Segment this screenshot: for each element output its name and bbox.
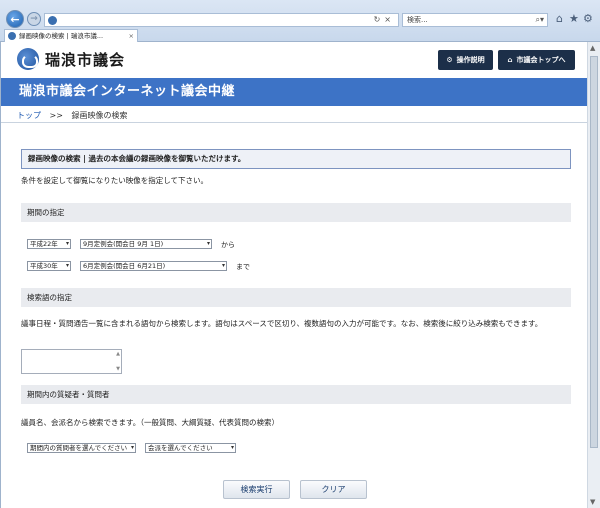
intro-heading-box: 録画映像の検索 | 過去の本会議の録画映像を御覧いただけます。 <box>21 149 571 169</box>
period-section-title: 期間の指定 <box>27 208 65 217</box>
site-header: 瑞浪市議会 ⚙ 操作説明 ⌂ 市議会トップへ <box>1 42 587 78</box>
tab-favicon-icon <box>8 32 16 40</box>
scroll-down-icon: ▼ <box>116 366 120 372</box>
breadcrumb-current: 録画映像の検索 <box>71 111 128 120</box>
member-select[interactable]: 期間内の質問者を選んでください ▾ <box>27 443 136 453</box>
to-era-select[interactable]: 平成30年 ▾ <box>27 261 71 271</box>
scrollbar-thumb[interactable] <box>590 56 598 448</box>
keyword-description: 議事日程・質問通告一覧に含まれる語句から検索します。語句はスペースで区切り、複数… <box>21 319 543 328</box>
chevron-down-icon: ▾ <box>65 240 69 247</box>
site-favicon-icon <box>48 16 57 25</box>
council-top-button-label: 市議会トップへ <box>516 56 566 64</box>
tab-title: 録画映像の検索 | 瑞浪市議... <box>19 32 104 40</box>
page-banner: 瑞浪市議会インターネット議会中継 <box>1 78 587 106</box>
city-emblem-icon <box>17 48 39 70</box>
from-era-select[interactable]: 平成22年 ▾ <box>27 239 71 249</box>
chevron-down-icon: ▾ <box>221 262 225 269</box>
speaker-section-header: 期間内の質疑者・質問者 <box>21 385 571 404</box>
speaker-description: 議員名、会派名から検索できます。（一般質問、大綱質疑、代表質問の検索） <box>21 418 279 427</box>
keyword-textarea[interactable]: ▲ ▼ <box>21 349 122 374</box>
help-button-label: 操作説明 <box>456 56 485 64</box>
breadcrumb-divider <box>1 122 587 123</box>
period-section-header: 期間の指定 <box>21 203 571 222</box>
keyword-section-header: 検索語の指定 <box>21 288 571 307</box>
arrow-left-icon: ← <box>10 12 20 26</box>
building-icon: ⌂ <box>507 56 513 64</box>
chevron-down-icon: ▾ <box>65 262 69 269</box>
from-session-value: 9月定例会(開会日 9月 1日) <box>83 240 164 248</box>
to-label: まで <box>236 263 250 271</box>
member-select-value: 期間内の質問者を選んでください <box>30 444 128 452</box>
keyword-section-title: 検索語の指定 <box>27 293 72 302</box>
chevron-down-icon: ▾ <box>206 240 210 247</box>
breadcrumb-separator: >> <box>49 111 63 120</box>
clear-button[interactable]: クリア <box>300 480 367 499</box>
site-name: 瑞浪市議会 <box>45 50 126 69</box>
intro-heading: 録画映像の検索 | 過去の本会議の録画映像を御覧いただけます。 <box>28 154 246 163</box>
from-era-value: 平成22年 <box>30 240 58 248</box>
intro-instruction: 条件を設定して御覧になりたい映像を指定して下さい。 <box>21 176 209 185</box>
back-button[interactable]: ← <box>6 10 24 28</box>
to-session-select[interactable]: 6月定例会(開会日 6月21日) ▾ <box>80 261 227 271</box>
faction-select[interactable]: 会派を選んでください ▾ <box>145 443 236 453</box>
address-bar-icons[interactable]: ↻× <box>374 15 395 24</box>
search-submit-label: 検索実行 <box>240 485 273 494</box>
scroll-up-arrow-icon[interactable]: ▲ <box>590 44 595 52</box>
search-submit-button[interactable]: 検索実行 <box>223 480 290 499</box>
scroll-up-icon: ▲ <box>116 351 120 357</box>
arrow-right-icon: → <box>30 14 38 24</box>
gear-icon: ⚙ <box>446 56 453 64</box>
page-viewport: 瑞浪市議会 ⚙ 操作説明 ⌂ 市議会トップへ 瑞浪市議会インターネット議会中継 … <box>0 42 587 508</box>
forward-button[interactable]: → <box>27 12 41 26</box>
search-icon[interactable]: ⌕▾ <box>536 14 545 26</box>
tab-close-icon[interactable]: × <box>129 30 134 42</box>
home-icon[interactable]: ⌂ <box>556 12 563 25</box>
breadcrumb-home-link[interactable]: トップ <box>17 111 41 120</box>
clear-button-label: クリア <box>321 485 346 494</box>
search-placeholder: 検索... <box>407 16 428 24</box>
page-scrollbar[interactable]: ▲ ▼ <box>587 42 600 508</box>
address-bar[interactable]: ↻× <box>44 13 399 27</box>
banner-title: 瑞浪市議会インターネット議会中継 <box>19 84 236 99</box>
chevron-down-icon: ▾ <box>130 444 134 451</box>
to-session-value: 6月定例会(開会日 6月21日) <box>83 262 166 270</box>
favorites-star-icon[interactable]: ★ <box>569 12 579 25</box>
chevron-down-icon: ▾ <box>230 444 234 451</box>
browser-search-input[interactable]: 検索... ⌕▾ <box>402 13 548 27</box>
breadcrumb: トップ >> 録画映像の検索 <box>17 110 128 121</box>
speaker-section-title: 期間内の質疑者・質問者 <box>27 390 110 399</box>
scroll-down-arrow-icon[interactable]: ▼ <box>590 498 595 506</box>
from-session-select[interactable]: 9月定例会(開会日 9月 1日) ▾ <box>80 239 212 249</box>
faction-select-value: 会派を選んでください <box>148 444 213 452</box>
browser-chrome: ← → ↻× 検索... ⌕▾ ⌂ ★ ⚙ 録画映像の検索 | 瑞浪市議... … <box>0 0 600 42</box>
from-label: から <box>221 241 235 249</box>
help-button[interactable]: ⚙ 操作説明 <box>438 50 493 70</box>
to-era-value: 平成30年 <box>30 262 58 270</box>
site-logo[interactable]: 瑞浪市議会 <box>17 48 125 70</box>
browser-tab[interactable]: 録画映像の検索 | 瑞浪市議... × <box>4 29 138 42</box>
council-top-button[interactable]: ⌂ 市議会トップへ <box>498 50 575 70</box>
settings-gear-icon[interactable]: ⚙ <box>583 12 593 25</box>
